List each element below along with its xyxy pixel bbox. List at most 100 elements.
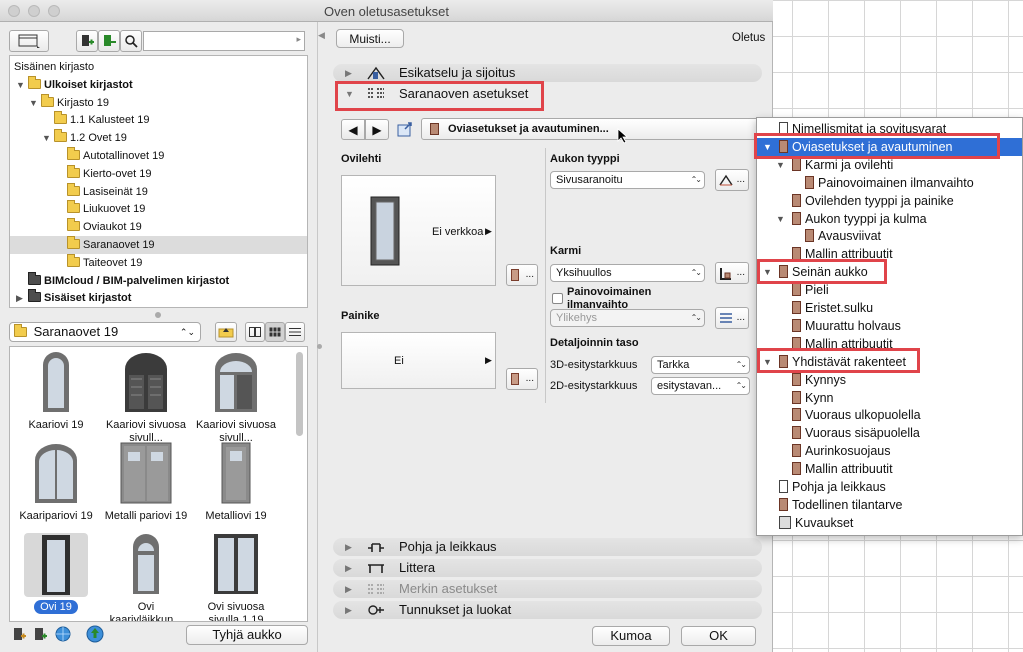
page-select[interactable]: Oviasetukset ja avautuminen... [421, 118, 760, 140]
title-bar[interactable]: Oven oletusasetukset [0, 0, 773, 22]
handle-material-button[interactable]: ... [506, 368, 538, 390]
door-thumbnail-icon [43, 352, 69, 412]
view-mode-button[interactable] [9, 30, 49, 52]
handle-preview[interactable]: Ei ▶ [341, 332, 496, 389]
page-tree-item[interactable]: ▼ Aukon tyyppi ja kulma [757, 210, 1022, 228]
tree-item[interactable]: Saranaovet 19 [10, 236, 307, 254]
gravity-button[interactable]: ... [715, 307, 749, 329]
view-small-icons-button[interactable] [265, 322, 285, 342]
empty-opening-button[interactable]: Tyhjä aukko [186, 625, 308, 645]
tree-item[interactable]: Lasiseinät 19 [10, 182, 307, 201]
prev-page-button[interactable]: ◀ [341, 119, 365, 140]
tree-item[interactable]: Kierto-ovet 19 [10, 164, 307, 183]
tree-item[interactable]: 1.1 Kalusteet 19 [10, 111, 307, 129]
ok-button[interactable]: OK [681, 626, 756, 646]
tree-item[interactable]: ▼ Kirjasto 19 [10, 93, 307, 112]
globe-icon[interactable] [55, 626, 71, 642]
detail-2d-select[interactable]: esitystavan... [651, 377, 750, 395]
frame-button[interactable]: ... [715, 262, 749, 284]
tree-item[interactable]: Autotallinovet 19 [10, 147, 307, 165]
tree-item[interactable]: Sisäinen kirjasto [10, 58, 307, 76]
tree-item[interactable]: Oviaukot 19 [10, 218, 307, 236]
search-button[interactable] [120, 30, 142, 52]
tree-item[interactable]: ▼ Ulkoiset kirjastot [10, 75, 307, 94]
library-object[interactable]: Ovi kaariyläikkun... [102, 533, 190, 621]
page-tree-item[interactable]: Todellinen tilantarve [757, 496, 1022, 514]
door-icon [430, 123, 439, 135]
page-tree-item[interactable]: Vuoraus sisäpuolella [757, 424, 1022, 442]
library-object[interactable]: Metalli pariovi 19 [102, 442, 190, 523]
tree-item[interactable]: Liukuovet 19 [10, 200, 307, 218]
collapse-arrow-icon[interactable]: ▼ [776, 210, 785, 228]
page-tree-item[interactable]: Avausviivat [757, 227, 1022, 245]
folder-icon [67, 200, 80, 214]
page-tree-item[interactable]: Kuvaukset [757, 514, 1022, 532]
page-tree-item[interactable]: Kynn [757, 389, 1022, 407]
frame-select[interactable]: Yksihuullos [550, 264, 705, 282]
collapse-arrow-icon[interactable]: ▼ [42, 129, 51, 147]
add-library-button[interactable] [76, 30, 98, 52]
collapse-arrow-icon[interactable]: ▼ [29, 94, 38, 112]
library-manager-icon[interactable] [11, 626, 27, 642]
expand-arrow-icon[interactable]: ▶ [16, 289, 23, 307]
page-tree-popup[interactable]: Nimellismitat ja sovitusvarat ▼ Oviasetuks… [756, 117, 1023, 536]
library-object[interactable]: Kaaripariovi 19 [12, 442, 100, 523]
leaf-preview[interactable]: Ei verkkoa ▶ [341, 175, 496, 286]
memo-button[interactable]: Muisti... [336, 29, 404, 48]
page-tree-item[interactable]: Aurinkosuojaus [757, 442, 1022, 460]
view-large-icons-button[interactable] [245, 322, 265, 342]
search-input[interactable]: ▸ [143, 31, 305, 51]
door-thumbnail-icon [120, 442, 172, 504]
tree-item[interactable]: BIMcloud / BIM-palvelimen kirjastot [10, 271, 307, 290]
object-grid[interactable]: Kaariovi 19 Kaariovi sivuosa sivull... Kaa… [9, 346, 308, 622]
section-marker-settings[interactable]: ▶ Merkin asetukset [333, 580, 762, 598]
search-icon [125, 35, 138, 48]
next-page-button[interactable]: ▶ [365, 119, 389, 140]
bimcomponents-icon[interactable] [86, 625, 104, 643]
page-tree-item[interactable]: Vuoraus ulkopuolella [757, 406, 1022, 424]
link-library-button[interactable] [98, 30, 120, 52]
page-favorite-icon[interactable] [396, 120, 416, 140]
view-list-button[interactable] [285, 322, 305, 342]
plan-section-icon [368, 543, 384, 552]
page-tree-item[interactable]: Pohja ja leikkaus [757, 478, 1022, 496]
page-tree-item[interactable]: Ovilehden tyyppi ja painike [757, 192, 1022, 210]
collapse-arrow-icon[interactable]: ▼ [16, 76, 25, 94]
section-preview[interactable]: ▶ Esikatselu ja sijoitus [333, 64, 762, 82]
library-object[interactable]: Kaariovi 19 [12, 351, 100, 432]
section-littera[interactable]: ▶ Littera [333, 559, 762, 577]
page-tree-item[interactable]: Eristet.sulku [757, 299, 1022, 317]
detail-3d-select[interactable]: Tarkka [651, 356, 750, 374]
page-tree-item[interactable]: Painovoimainen ilmanvaihto [757, 174, 1022, 192]
opening-angle-icon [719, 174, 733, 186]
page-tree-item[interactable]: Muurattu holvaus [757, 317, 1022, 335]
cancel-button[interactable]: Kumoa [592, 626, 670, 646]
library-object[interactable]: Kaariovi sivuosa sivull... [102, 351, 190, 445]
opening-type-select[interactable]: Sivusaranoitu [550, 171, 705, 189]
tree-item[interactable]: Taiteovet 19 [10, 253, 307, 272]
collapse-arrow-icon[interactable]: ◀ [318, 30, 325, 41]
library-object[interactable]: Ovi sivuosa sivulla 1 19 [192, 533, 280, 621]
divider-handle[interactable] [317, 344, 322, 349]
leaf-material-button[interactable]: ... [506, 264, 538, 286]
library-object[interactable]: Ovi 19 [12, 533, 100, 614]
tree-item[interactable]: ▶ Sisäiset kirjastot [10, 289, 307, 307]
library-object[interactable]: Kaariovi sivuosa sivull... [192, 351, 280, 445]
splitter-handle[interactable] [155, 312, 161, 318]
expand-arrow-icon: ▶ [345, 584, 352, 594]
grid-scrollbar[interactable] [296, 352, 303, 436]
library-object[interactable]: Metalliovi 19 [192, 442, 280, 523]
folder-up-button[interactable] [215, 322, 237, 342]
tree-item[interactable]: ▼ 1.2 Ovet 19 [10, 129, 307, 147]
section-plan-section[interactable]: ▶ Pohja ja leikkaus [333, 538, 762, 556]
default-label: Oletus [732, 32, 766, 44]
folder-select[interactable]: Saranaovet 19 ⌃⌄ [9, 322, 201, 342]
gravity-checkbox[interactable] [552, 293, 563, 304]
gravity-select[interactable]: Ylikehys [550, 309, 705, 327]
opening-type-button[interactable]: ... [715, 169, 749, 191]
add-object-icon[interactable] [32, 626, 48, 642]
page-tree-item[interactable]: Mallin attribuutit [757, 460, 1022, 478]
section-ids-classes[interactable]: ▶ Tunnukset ja luokat [333, 601, 762, 619]
page-tree-item[interactable]: Kynnys [757, 371, 1022, 389]
library-tree[interactable]: Sisäinen kirjasto ▼ Ulkoiset kirjastot ▼ Kir… [9, 55, 308, 308]
